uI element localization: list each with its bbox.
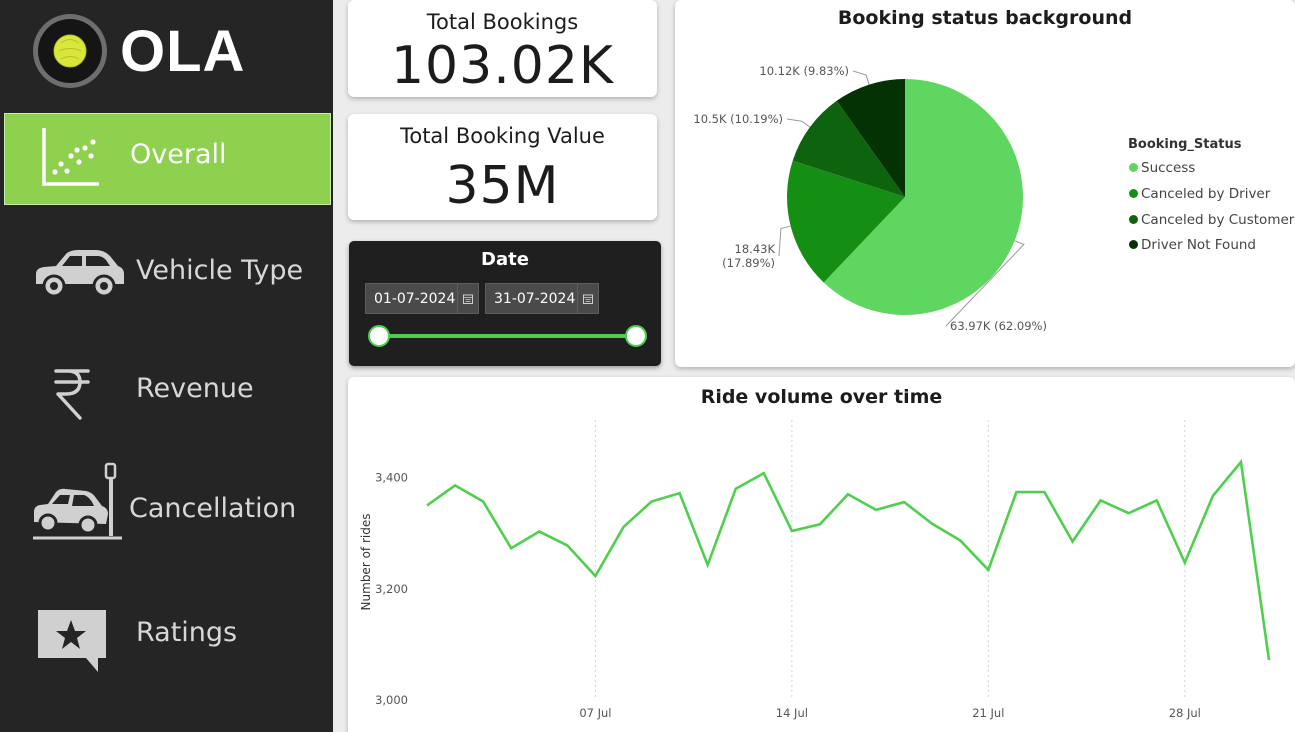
date-range-slider-track[interactable] xyxy=(380,334,638,338)
rupee-icon xyxy=(54,369,90,420)
date-slicer-title: Date xyxy=(481,249,529,270)
nav-label-cancellation: Cancellation xyxy=(129,493,297,524)
legend-item-driver-not-found[interactable]: Driver Not Found xyxy=(1129,237,1256,253)
legend-dot xyxy=(1129,189,1138,198)
date-slicer: Date 01-07-2024 31-07-2024 xyxy=(349,241,661,366)
legend-item-canceled-by-customer[interactable]: Canceled by Customer xyxy=(1129,212,1294,228)
ride-volume-chart-card: Ride volume over time xyxy=(348,377,1295,732)
start-date-value: 01-07-2024 xyxy=(374,291,456,307)
nav-item-overall[interactable]: Overall xyxy=(4,113,331,205)
brand-name: OLA xyxy=(120,19,246,84)
star-chat-icon xyxy=(38,610,106,672)
legend-label: Driver Not Found xyxy=(1141,237,1257,253)
car-crash-icon xyxy=(33,462,122,540)
calendar-icon[interactable] xyxy=(457,284,478,313)
nav-label-ratings: Ratings xyxy=(136,617,238,648)
end-date-value: 31-07-2024 xyxy=(494,291,576,307)
legend-dot xyxy=(1129,163,1138,172)
kpi-title: Total Booking Value xyxy=(400,124,605,148)
booking-status-chart-card: Booking status background xyxy=(675,0,1295,367)
sidebar: OLA Overall Vehicle Type Revenue Cancell… xyxy=(0,0,333,732)
legend-dot xyxy=(1129,215,1138,224)
legend-dot xyxy=(1129,240,1138,249)
kpi-value: 35M xyxy=(445,156,560,216)
kpi-card-total-booking-value: Total Booking Value 35M xyxy=(348,114,657,220)
legend-label: Canceled by Driver xyxy=(1141,186,1271,202)
nav-item-vehicle-type[interactable]: Vehicle Type xyxy=(4,226,331,318)
kpi-value: 103.02K xyxy=(390,36,615,96)
start-date-input[interactable]: 01-07-2024 xyxy=(365,283,479,314)
legend-item-canceled-by-driver[interactable]: Canceled by Driver xyxy=(1129,186,1270,202)
legend-label: Success xyxy=(1141,160,1196,176)
nav-label-overall: Overall xyxy=(130,139,227,170)
nav-item-cancellation[interactable]: Cancellation xyxy=(4,460,331,552)
date-range-end-handle[interactable] xyxy=(625,325,647,347)
kpi-title: Total Bookings xyxy=(426,10,579,34)
nav-item-ratings[interactable]: Ratings xyxy=(4,588,331,680)
car-icon xyxy=(36,250,124,298)
nav-label-vehicle-type: Vehicle Type xyxy=(136,255,304,286)
pie-chart-title: Booking status background xyxy=(837,7,1133,29)
ola-logo: OLA xyxy=(30,12,270,92)
nav-label-revenue: Revenue xyxy=(136,373,254,404)
scatter-chart-icon xyxy=(42,128,99,186)
end-date-input[interactable]: 31-07-2024 xyxy=(485,283,599,314)
line-chart-title: Ride volume over time xyxy=(700,386,943,408)
legend-label: Canceled by Customer xyxy=(1141,212,1295,228)
legend-title: Booking_Status xyxy=(1128,137,1242,152)
date-range-start-handle[interactable] xyxy=(368,325,390,347)
calendar-icon[interactable] xyxy=(577,284,598,313)
kpi-card-total-bookings: Total Bookings 103.02K xyxy=(348,0,657,97)
legend-item-success[interactable]: Success xyxy=(1129,160,1195,176)
nav-item-revenue[interactable]: Revenue xyxy=(4,344,331,436)
